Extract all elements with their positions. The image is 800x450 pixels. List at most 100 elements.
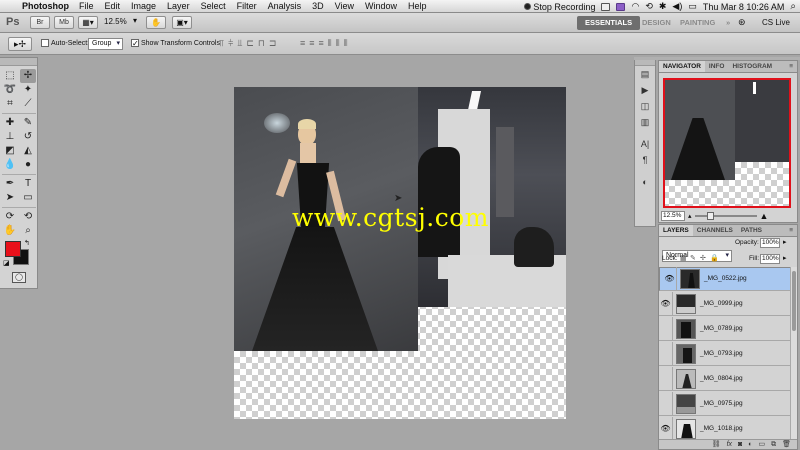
app-menu[interactable]: Photoshop xyxy=(22,1,69,11)
bridge-button[interactable]: Br xyxy=(30,16,50,29)
distribute-bottom-icon[interactable]: ≡ xyxy=(319,38,324,49)
visibility-toggle[interactable] xyxy=(659,341,673,366)
crop-tool-icon[interactable]: ⌗ xyxy=(2,97,18,111)
layer-row-selected[interactable]: 👁 _MG_0522.jpg xyxy=(659,267,797,291)
paint-bucket-tool-icon[interactable]: ◭ xyxy=(20,144,36,158)
align-right-icon[interactable]: ⊐ xyxy=(269,38,277,49)
fill-field[interactable]: 100% xyxy=(760,254,780,264)
navigator-thumbnail[interactable] xyxy=(663,78,791,208)
character-panel-icon[interactable]: A| xyxy=(635,136,655,152)
brush-tool-icon[interactable]: ✎ xyxy=(20,116,36,130)
align-left-icon[interactable]: ⊏ xyxy=(246,38,254,49)
lock-transparent-icon[interactable]: ▦ xyxy=(680,254,687,262)
layer-name[interactable]: _MG_0804.jpg xyxy=(700,375,743,382)
tab-layers[interactable]: LAYERS xyxy=(659,225,693,236)
layer-name[interactable]: _MG_0975.jpg xyxy=(700,400,743,407)
eraser-tool-icon[interactable]: ◩ xyxy=(2,144,18,158)
visibility-toggle[interactable] xyxy=(659,316,673,341)
visibility-eye-icon[interactable]: 👁 xyxy=(663,267,677,291)
lasso-tool-icon[interactable]: ➰ xyxy=(2,83,18,97)
view-proxy-box[interactable] xyxy=(663,78,791,208)
paths-icon[interactable]: ▥ xyxy=(635,114,655,130)
tab-histogram[interactable]: HISTOGRAM xyxy=(728,61,776,72)
battery-icon[interactable]: ▭ xyxy=(688,1,697,12)
move-tool-icon[interactable]: ✢ xyxy=(20,69,36,83)
zoom-in-icon[interactable]: ▲ xyxy=(760,211,769,221)
layer-row[interactable]: _MG_0804.jpg xyxy=(659,366,797,391)
visibility-eye-icon[interactable]: 👁 xyxy=(659,416,673,441)
tab-paths[interactable]: PATHS xyxy=(737,225,766,236)
hand-tool-button[interactable]: ✋ xyxy=(146,16,166,29)
auto-select-target-dropdown[interactable]: Group xyxy=(88,38,123,50)
hand-tool-icon[interactable]: ✋ xyxy=(2,224,18,238)
zoom-slider-knob[interactable] xyxy=(706,212,714,220)
eyedropper-tool-icon[interactable]: ⟋ xyxy=(20,97,36,111)
more-workspaces-button[interactable]: » xyxy=(718,16,738,30)
tab-channels[interactable]: CHANNELS xyxy=(693,225,737,236)
spot-healing-tool-icon[interactable]: ✚ xyxy=(2,116,18,130)
adjustment-icon[interactable]: ◐ xyxy=(748,440,752,449)
menu-layer[interactable]: Layer xyxy=(167,1,190,11)
type-tool-icon[interactable]: T xyxy=(20,177,36,191)
navigator-zoom-field[interactable]: 12.5% xyxy=(661,211,685,221)
layer-row[interactable]: 👁 _MG_1018.jpg xyxy=(659,416,797,441)
distribute-left-icon[interactable]: ⦀ xyxy=(328,38,332,49)
tab-info[interactable]: INFO xyxy=(705,61,729,72)
lock-pixels-icon[interactable]: ✎ xyxy=(690,254,696,262)
align-vcenter-icon[interactable]: ⫩ xyxy=(228,38,233,49)
swap-colors-icon[interactable]: ↰ xyxy=(24,239,30,247)
distribute-vcenter-icon[interactable]: ≡ xyxy=(309,38,314,49)
pen-tool-icon[interactable]: ✒ xyxy=(2,177,18,191)
new-layer-icon[interactable]: ⧉ xyxy=(771,440,776,449)
tab-navigator[interactable]: NAVIGATOR xyxy=(659,61,705,72)
menu-select[interactable]: Select xyxy=(201,1,226,11)
layer-comps-icon[interactable]: ◫ xyxy=(635,98,655,114)
layer-name[interactable]: _MG_0789.jpg xyxy=(700,325,743,332)
opacity-dropdown-icon[interactable]: ▸ xyxy=(783,238,787,246)
distribute-hcenter-icon[interactable]: ⦀ xyxy=(336,38,340,49)
wifi-icon[interactable]: ◠ xyxy=(631,1,639,12)
auto-select-option[interactable]: Auto-Select: xyxy=(41,39,89,47)
layer-name[interactable]: _MG_1018.jpg xyxy=(700,425,743,432)
tools-panel-grip[interactable] xyxy=(0,58,37,66)
history-panel-icon[interactable]: ▤ xyxy=(635,66,655,82)
actions-panel-icon[interactable]: ▶ xyxy=(635,82,655,98)
layer-row[interactable]: _MG_0789.jpg xyxy=(659,316,797,341)
menu-image[interactable]: Image xyxy=(131,1,156,11)
path-selection-tool-icon[interactable]: ➤ xyxy=(2,191,18,205)
workspace-essentials[interactable]: ESSENTIALS xyxy=(577,16,641,30)
3d-orbit-tool-icon[interactable]: ⟲ xyxy=(20,210,36,224)
dodge-tool-icon[interactable]: ● xyxy=(20,158,36,172)
visibility-toggle[interactable] xyxy=(659,391,673,416)
align-hcenter-icon[interactable]: ⊓ xyxy=(258,38,265,49)
fx-icon[interactable]: fx xyxy=(727,440,732,449)
visibility-eye-icon[interactable]: 👁 xyxy=(659,291,673,316)
align-bottom-icon[interactable]: ⫫ xyxy=(237,38,242,49)
default-colors-icon[interactable]: ◪ xyxy=(3,259,10,267)
layers-scrollbar[interactable] xyxy=(790,267,797,439)
cs-live-icon[interactable]: ⊛ xyxy=(738,17,746,28)
marquee-tool-icon[interactable]: ⬚ xyxy=(2,69,18,83)
menu-edit[interactable]: Edit xyxy=(105,1,121,11)
layer-row[interactable]: _MG_0793.jpg xyxy=(659,341,797,366)
zoom-out-icon[interactable]: ▴ xyxy=(688,212,692,220)
tool-preset-picker[interactable]: ▸✢ xyxy=(8,37,32,51)
foreground-color-swatch[interactable] xyxy=(5,241,21,257)
clock[interactable]: Thu Mar 8 10:26 AM xyxy=(703,2,785,12)
lock-position-icon[interactable]: ✢ xyxy=(700,254,706,262)
auto-select-checkbox[interactable] xyxy=(41,39,49,47)
panel-menu-icon[interactable]: ≡ xyxy=(785,61,797,72)
menu-help[interactable]: Help xyxy=(408,1,427,11)
menu-window[interactable]: Window xyxy=(365,1,397,11)
lock-all-icon[interactable]: 🔒 xyxy=(710,254,719,262)
layers-scrollbar-thumb[interactable] xyxy=(792,271,796,331)
visibility-toggle[interactable] xyxy=(659,366,673,391)
purple-app-icon[interactable] xyxy=(616,2,626,11)
mini-bridge-button[interactable]: Mb xyxy=(54,16,74,29)
distribute-right-icon[interactable]: ⦀ xyxy=(344,38,348,49)
opacity-field[interactable]: 100% xyxy=(760,238,780,248)
layers-menu-icon[interactable]: ≡ xyxy=(785,225,797,236)
history-brush-tool-icon[interactable]: ↺ xyxy=(20,130,36,144)
volume-icon[interactable]: ◀) xyxy=(672,1,682,12)
layer-row[interactable]: _MG_0975.jpg xyxy=(659,391,797,416)
